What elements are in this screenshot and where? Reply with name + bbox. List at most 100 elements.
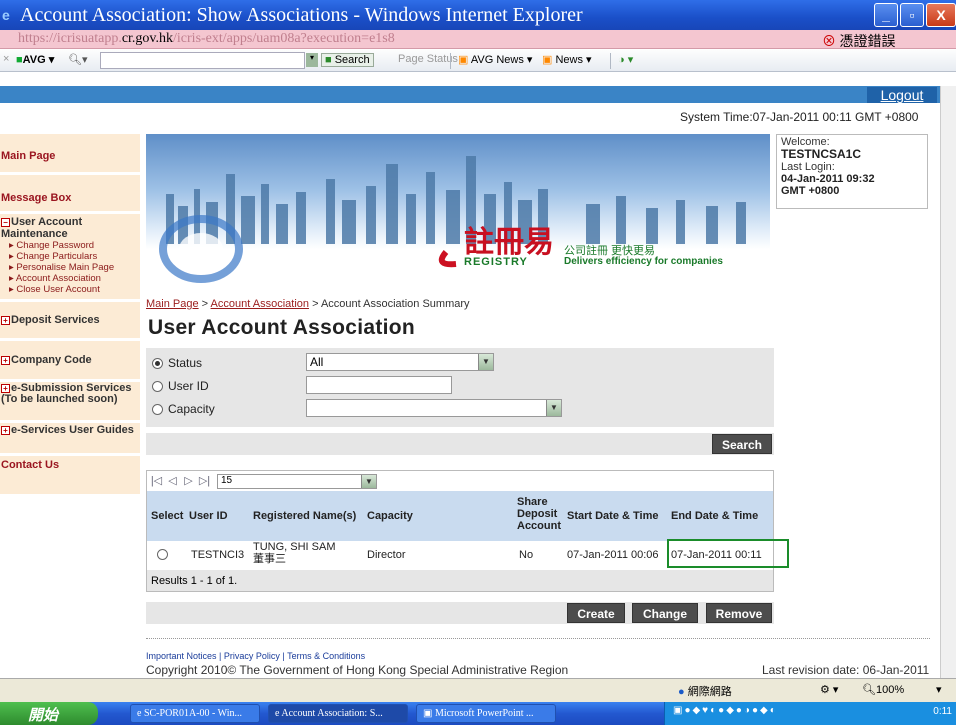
nav-change-password[interactable]: ▸ Change Password — [1, 240, 140, 251]
cell-registered-name: TUNG, SHI SAM 董事三 — [253, 541, 336, 565]
nav-contact-us[interactable]: Contact Us — [0, 456, 140, 494]
news-button[interactable]: ▣ News ▾ — [542, 53, 592, 66]
nav-close-user-account[interactable]: ▸ Close User Account — [1, 284, 140, 295]
zoom-label: 100% — [875, 684, 905, 696]
terms-link[interactable]: Terms & Conditions — [287, 651, 365, 661]
userid-input[interactable] — [306, 376, 452, 394]
taskbar-item[interactable]: e SC-POR01A-00 - Win... — [130, 704, 260, 723]
logout-link[interactable]: Logout — [867, 87, 937, 103]
chevron-down-icon: ▼ — [546, 400, 561, 416]
toolbar-separator — [610, 53, 611, 69]
row-select-radio[interactable] — [157, 549, 168, 560]
previous-page-icon[interactable]: ◁ — [165, 474, 180, 488]
page-scrollbar[interactable] — [940, 86, 956, 678]
minimize-button[interactable]: _ — [874, 3, 898, 27]
action-bar: Create Change Remove — [146, 602, 774, 624]
maximize-button[interactable]: ▫ — [900, 3, 924, 27]
status-option[interactable]: Status — [152, 356, 202, 370]
nav-main-page[interactable]: Main Page — [0, 134, 140, 172]
avg-logo-icon: ■ — [16, 54, 23, 66]
capacity-option[interactable]: Capacity — [152, 402, 215, 416]
filter-panel: Status User ID Capacity All ▼ ▼ — [146, 348, 774, 427]
expand-icon: + — [1, 425, 10, 435]
taskbar-item-active[interactable]: e Account Association: S... — [268, 704, 408, 723]
last-login-label: Last Login: — [781, 161, 835, 173]
certificate-error[interactable]: ⊗ 憑證錯誤 — [822, 31, 896, 51]
nav-deposit-services[interactable]: + Deposit Services — [0, 302, 140, 338]
search-icon[interactable]: 🔍︎▾ — [68, 53, 88, 66]
nav-company-code[interactable]: + Company Code — [0, 341, 140, 379]
address-bar[interactable]: https://icrisuatapp.cr.gov.hk/icris-ext/… — [0, 30, 956, 51]
toolbar-search-input[interactable] — [100, 52, 305, 69]
nav-personalise-main-page[interactable]: ▸ Personalise Main Page — [1, 262, 140, 273]
start-button[interactable]: 開始 — [0, 702, 98, 725]
status-select-value: All — [310, 355, 324, 369]
zone-indicator[interactable]: ● 網際網路 — [678, 683, 732, 699]
welcome-panel: Welcome: TESTNCSA1C Last Login: 04-Jan-2… — [776, 134, 928, 209]
nav-user-account[interactable]: − User Account Maintenance — [1, 216, 140, 240]
status-select[interactable]: All ▼ — [306, 353, 494, 371]
capacity-radio[interactable] — [152, 403, 163, 415]
task-label: SC-POR01A-00 - Win... — [143, 708, 242, 719]
pager: |◁ ◁ ▷ ▷| 15 ▼ — [148, 472, 772, 490]
first-page-icon[interactable]: |◁ — [149, 474, 164, 488]
ie-icon: e — [2, 7, 10, 23]
protected-mode-icon[interactable]: ⚙ ▾ — [820, 683, 838, 696]
registry-logo-cn: 註冊易 — [464, 226, 554, 259]
next-page-icon[interactable]: ▷ — [181, 474, 196, 488]
start-label: 開始 — [28, 707, 59, 724]
important-notices-link[interactable]: Important Notices — [146, 651, 217, 661]
page-title: User Account Association — [148, 316, 416, 339]
rss-icon: ▣ — [458, 54, 469, 66]
registry-logo-en: REGISTRY — [464, 256, 528, 268]
toolbar-search-button[interactable]: ■ Search — [321, 53, 374, 67]
taskbar-item[interactable]: ▣ Microsoft PowerPoint ... — [416, 704, 556, 723]
results-count: Results 1 - 1 of 1. — [147, 570, 773, 591]
last-page-icon[interactable]: ▷| — [197, 474, 212, 488]
breadcrumb-account-association[interactable]: Account Association — [211, 298, 309, 310]
widget-icon[interactable]: ◑ ▾ — [618, 53, 633, 66]
page-size-value: 15 — [221, 474, 233, 486]
userid-option[interactable]: User ID — [152, 379, 209, 393]
avg-news-button[interactable]: ▣ AVG News ▾ — [458, 53, 532, 66]
nav-change-particulars[interactable]: ▸ Change Particulars — [1, 251, 140, 262]
nav-eservices-guides[interactable]: + e-Services User Guides — [0, 423, 140, 453]
nav-account-association[interactable]: ▸ Account Association — [1, 273, 140, 284]
search-dropdown-icon[interactable]: ▾ — [306, 53, 318, 67]
rss-icon: ▣ — [542, 54, 553, 66]
ie-statusbar: ● 網際網路 ⚙ ▾ 🔍︎100% ▾ — [0, 678, 956, 702]
avg-toolbar: × ■AVG ▾ 🔍︎▾ ▾ ■ Search Page Status ▣ AV… — [0, 50, 956, 72]
nav-sub-label: Close User Account — [16, 284, 100, 295]
zoom-control[interactable]: 🔍︎100% — [862, 683, 904, 696]
url-domain: cr.gov.hk — [121, 31, 174, 46]
capacity-select[interactable]: ▼ — [306, 399, 562, 417]
status-radio[interactable] — [152, 357, 163, 369]
toolbar-close-icon[interactable]: × — [3, 53, 9, 65]
avg-menu[interactable]: ■AVG ▾ — [16, 53, 54, 66]
nav-esubmission[interactable]: + e-Submission Services (To be launched s… — [0, 382, 140, 420]
privacy-policy-link[interactable]: Privacy Policy — [224, 651, 280, 661]
create-button[interactable]: Create — [567, 603, 625, 623]
nav-message-box[interactable]: Message Box — [0, 175, 140, 211]
cell-share-deposit: No — [519, 549, 534, 561]
toolbar-separator — [450, 53, 451, 69]
results-table: |◁ ◁ ▷ ▷| 15 ▼ Select User ID Registered … — [146, 470, 774, 592]
search-button[interactable]: Search — [712, 434, 772, 454]
change-button[interactable]: Change — [632, 603, 698, 623]
page-status[interactable]: Page Status — [398, 53, 458, 65]
userid-radio[interactable] — [152, 380, 163, 392]
breadcrumb-home[interactable]: Main Page — [146, 298, 199, 310]
window-titlebar: e Account Association: Show Associations… — [0, 0, 956, 30]
highlight-box — [667, 539, 789, 568]
col-start-date: Start Date & Time — [567, 510, 659, 522]
tray-icons[interactable]: ▣●◆♥◐●◆●◑●◆◐ — [673, 705, 778, 716]
expand-icon: + — [1, 355, 10, 365]
globe-icon: ● — [678, 686, 685, 698]
page-size-select[interactable]: 15 ▼ — [217, 473, 377, 489]
close-button[interactable]: X — [926, 3, 956, 27]
nav-sub-label: Change Particulars — [16, 251, 98, 262]
zoom-dropdown-icon[interactable]: ▾ — [936, 683, 942, 696]
remove-button[interactable]: Remove — [706, 603, 772, 623]
col-end-date: End Date & Time — [671, 510, 759, 522]
url-suffix: /icris-ext/apps/uam08a?execution=e1s8 — [173, 31, 395, 46]
